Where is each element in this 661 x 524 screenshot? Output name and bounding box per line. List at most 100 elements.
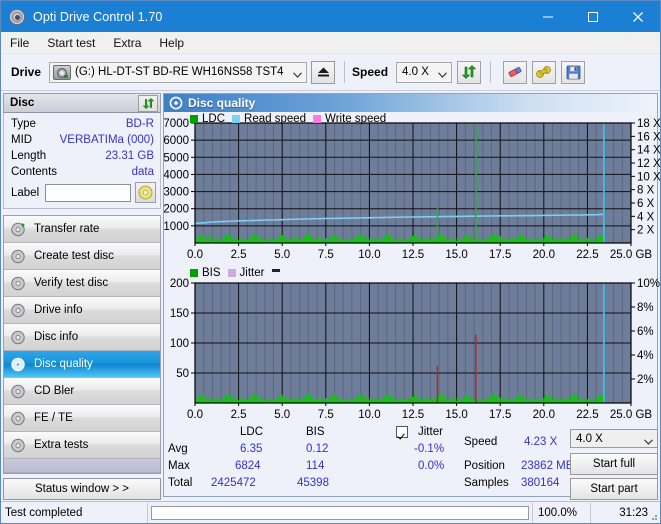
svg-text:15.0: 15.0 bbox=[445, 249, 467, 261]
menu-item-extra[interactable]: Extra bbox=[104, 34, 150, 52]
stats-jitter-avg: -0.1% bbox=[414, 443, 445, 455]
drive-icon bbox=[53, 64, 72, 80]
svg-text:18 X: 18 X bbox=[637, 118, 661, 130]
disc-icon bbox=[10, 302, 27, 319]
menu-item-file[interactable]: File bbox=[1, 34, 38, 52]
svg-text:20.0: 20.0 bbox=[533, 249, 555, 261]
svg-text:7000: 7000 bbox=[164, 118, 189, 130]
sidebar-item-create-test-disc[interactable]: Create test disc bbox=[4, 243, 160, 270]
status-bar: Test completed 100.0% 31:23 bbox=[1, 501, 660, 523]
disc-panel-header: Disc bbox=[3, 93, 161, 113]
disc-icon bbox=[10, 275, 27, 292]
stats-bis-total: 45398 bbox=[297, 477, 329, 489]
disc-icon bbox=[10, 356, 27, 373]
svg-text:22.5: 22.5 bbox=[576, 249, 598, 261]
tools-button[interactable] bbox=[532, 60, 557, 84]
sidebar-item-label: Extra tests bbox=[34, 439, 89, 451]
test-speed-select-value: 4.0 X bbox=[576, 432, 603, 445]
drive-select[interactable]: (G:) HL-DT-ST BD-RE WH16NS58 TST4 bbox=[49, 61, 308, 83]
disc-label-key: Label bbox=[11, 186, 40, 199]
sidebar-item-drive-info[interactable]: Drive info bbox=[4, 297, 160, 324]
disc-row-key: Contents bbox=[11, 166, 58, 178]
disc-label-apply-button[interactable] bbox=[135, 182, 156, 203]
svg-text:20.0: 20.0 bbox=[533, 409, 555, 421]
legend-marker-icon bbox=[272, 268, 281, 272]
menu-item-help[interactable]: Help bbox=[150, 34, 193, 52]
start-full-button[interactable]: Start full bbox=[570, 453, 658, 475]
menu-item-start-test[interactable]: Start test bbox=[38, 34, 104, 52]
sidebar-item-disc-info[interactable]: Disc info bbox=[4, 324, 160, 351]
svg-text:15.0: 15.0 bbox=[445, 409, 467, 421]
close-button[interactable] bbox=[615, 1, 660, 32]
sidebar-item-label: FE / TE bbox=[34, 412, 73, 424]
svg-text:5.0: 5.0 bbox=[274, 249, 290, 261]
test-speed-select[interactable]: 4.0 X bbox=[570, 429, 658, 448]
refresh-button[interactable] bbox=[457, 60, 482, 84]
speed-select[interactable]: 4.0 X bbox=[396, 61, 453, 83]
stats-speed-value: 4.23 X bbox=[524, 436, 558, 448]
sidebar-item-extra-tests[interactable]: Extra tests bbox=[4, 432, 160, 459]
title-bar: Opti Drive Control 1.70 bbox=[1, 1, 660, 32]
disc-row-value: VERBATIMa (000) bbox=[59, 134, 154, 146]
left-panel: Disc Type BD-R MID VERBATIMa (000) Lengt… bbox=[3, 93, 161, 500]
svg-text:12 X: 12 X bbox=[637, 158, 661, 170]
svg-text:5.0: 5.0 bbox=[274, 409, 290, 421]
svg-text:12.5: 12.5 bbox=[402, 409, 424, 421]
sidebar-item-verify-test-disc[interactable]: Verify test disc bbox=[4, 270, 160, 297]
disc-icon bbox=[10, 248, 27, 265]
svg-text:14 X: 14 X bbox=[637, 145, 661, 157]
disc-row-length: Length 23.31 GB bbox=[4, 148, 160, 164]
stats-position-label: Position bbox=[464, 460, 505, 472]
bis-chart-container: BIS Jitter 50 100 150 200 2% 4% 6% 8% 10% 0.0 2.5 5… bbox=[164, 267, 660, 428]
stats-ldc-max: 6824 bbox=[235, 460, 261, 472]
nav-spacer bbox=[4, 459, 160, 473]
legend-label-bis: BIS bbox=[202, 267, 221, 279]
sidebar-item-disc-quality[interactable]: Disc quality bbox=[4, 351, 160, 378]
maximize-button[interactable] bbox=[570, 1, 615, 32]
svg-text:16 X: 16 X bbox=[637, 131, 661, 143]
disc-icon bbox=[10, 437, 27, 454]
svg-text:2 X: 2 X bbox=[637, 225, 655, 237]
bis-chart[interactable]: 50 100 150 200 2% 4% 6% 8% 10% 0.0 2.5 5.0 7.5 10.0 12… bbox=[164, 267, 661, 425]
minimize-button[interactable] bbox=[525, 1, 570, 32]
svg-text:8 X: 8 X bbox=[637, 185, 655, 197]
status-window-label: Status window > > bbox=[35, 483, 129, 495]
save-button[interactable] bbox=[561, 60, 586, 84]
start-part-label: Start part bbox=[590, 483, 638, 495]
stats-samples-label: Samples bbox=[464, 477, 509, 489]
sidebar-item-cd-bler[interactable]: CD Bler bbox=[4, 378, 160, 405]
status-window-button[interactable]: Status window > > bbox=[3, 478, 161, 500]
disc-panel-title: Disc bbox=[10, 97, 35, 109]
svg-text:150: 150 bbox=[170, 308, 189, 320]
page-title: Disc quality bbox=[188, 96, 256, 110]
stats-ldc-total: 2425472 bbox=[211, 477, 256, 489]
svg-text:17.5: 17.5 bbox=[489, 249, 511, 261]
jitter-checkbox[interactable] bbox=[396, 426, 408, 439]
bis-chart-legend: BIS Jitter bbox=[190, 267, 281, 279]
sidebar-item-fe-te[interactable]: FE / TE bbox=[4, 405, 160, 432]
svg-text:22.5: 22.5 bbox=[576, 409, 598, 421]
sidebar-item-label: Disc quality bbox=[34, 358, 93, 370]
svg-text:2%: 2% bbox=[637, 374, 654, 386]
svg-text:4%: 4% bbox=[637, 350, 654, 362]
jitter-label: Jitter bbox=[418, 426, 443, 438]
nav-list: Transfer rate Create test disc Verify te… bbox=[3, 215, 161, 474]
erase-button[interactable] bbox=[503, 60, 528, 84]
start-part-button[interactable]: Start part bbox=[570, 478, 658, 500]
checkbox-icon bbox=[396, 426, 408, 438]
disc-label-row: Label bbox=[4, 180, 160, 205]
svg-text:3000: 3000 bbox=[164, 187, 189, 199]
progress-bar bbox=[147, 502, 532, 523]
disc-refresh-button[interactable] bbox=[138, 95, 158, 112]
resize-grip[interactable] bbox=[648, 511, 658, 521]
ldc-chart[interactable]: 1000 2000 3000 4000 5000 6000 7000 2 X 4 X6 X8 X… bbox=[163, 112, 661, 264]
sidebar-item-transfer-rate[interactable]: Transfer rate bbox=[4, 216, 160, 243]
stats-row-avg: Avg bbox=[168, 443, 188, 455]
toolbar: Drive (G:) HL-DT-ST BD-RE WH16NS58 TST4 … bbox=[1, 54, 660, 91]
disc-label-input[interactable] bbox=[45, 183, 132, 202]
sidebar-item-label: Transfer rate bbox=[34, 223, 100, 235]
svg-text:25.0 GB: 25.0 GB bbox=[610, 409, 653, 421]
stats-position-value: 23862 MB bbox=[521, 460, 574, 472]
eject-button[interactable] bbox=[311, 60, 336, 84]
speed-label: Speed bbox=[352, 65, 389, 79]
